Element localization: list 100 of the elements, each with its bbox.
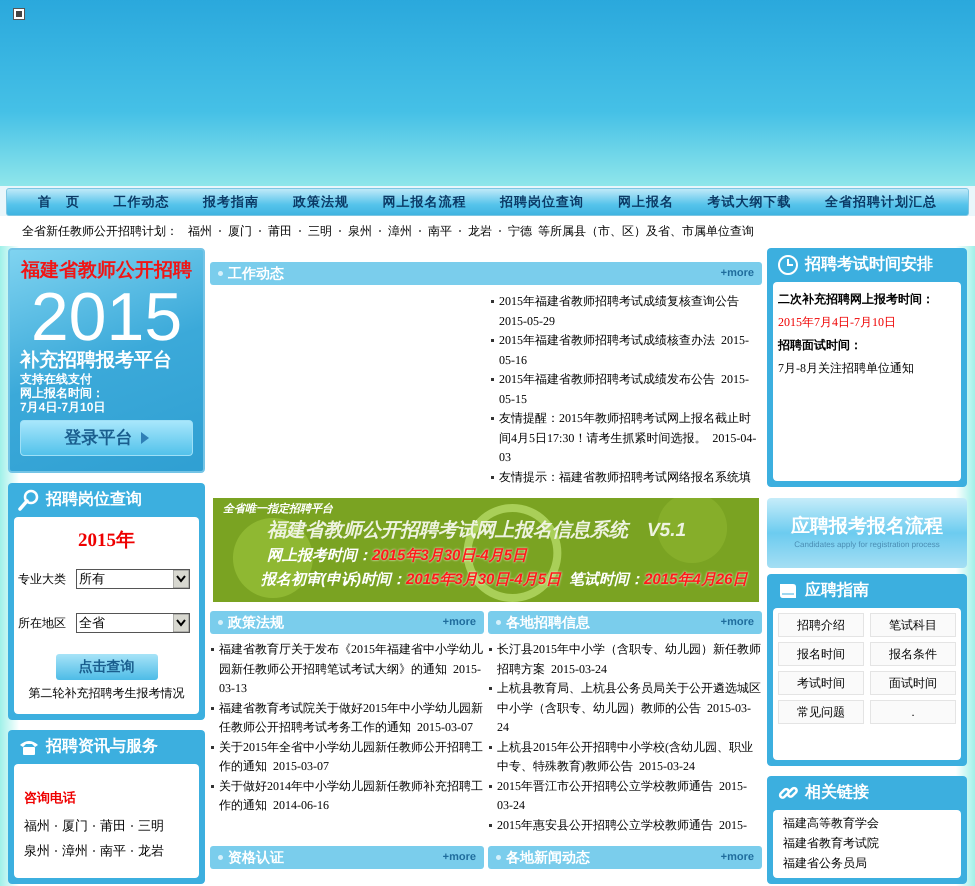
- field-label: 所在地区: [18, 614, 67, 632]
- plan-label: 全省新任教师公开招聘计划：: [22, 223, 178, 240]
- process-title: 应聘报考报名流程: [791, 515, 943, 540]
- query-button[interactable]: 点击查询: [56, 654, 158, 680]
- process-subtitle: Candidates apply for registration process: [794, 539, 940, 552]
- search-icon: [18, 489, 40, 512]
- promo-year: 2015: [30, 284, 184, 350]
- promo-note: 7月4日-7月10日: [20, 400, 106, 414]
- city-link[interactable]: 南平: [427, 222, 453, 240]
- report-link[interactable]: 第二轮补充招聘考生报考情况: [18, 684, 195, 702]
- banner-tag: 全省唯一指定招聘平台: [223, 501, 749, 518]
- city-link[interactable]: 龙岩: [467, 222, 493, 240]
- related-link[interactable]: 福建省教育考试院: [783, 832, 951, 853]
- city-link[interactable]: 宁德: [507, 222, 533, 240]
- bullet-icon: [211, 648, 214, 651]
- bullet-icon: [491, 476, 494, 478]
- banner-label: 网上报考时间：: [267, 546, 372, 566]
- nav-link[interactable]: 工作动态: [113, 192, 170, 212]
- broken-image-icon: [13, 8, 25, 20]
- nav-link[interactable]: 政策法规: [292, 192, 349, 212]
- city-link[interactable]: 龙岩: [138, 838, 164, 864]
- news-link[interactable]: 2015年福建省教师招聘考试成绩发布公告 2015-05-15: [499, 370, 758, 409]
- section-title: 资格认证: [228, 848, 284, 867]
- news-link[interactable]: 上杭县教育局、上杭县公务员局关于公开遴选城区中小学（含职专、幼儿园）教师的公告 2015-03-24: [497, 679, 761, 738]
- panel-title: 招聘资讯与服务: [46, 736, 158, 757]
- news-link[interactable]: 2015年福建省教师招聘考试成绩核查办法 2015-05-16: [499, 331, 758, 370]
- news-link[interactable]: 上杭县2015年公开招聘中小学校(含幼儿园、职业中专、特殊教育)教师公告 2015-03-24: [497, 738, 761, 776]
- nav-link[interactable]: 报考指南: [203, 192, 260, 212]
- news-link[interactable]: 2015年惠安县公开招聘公立学校教师通告 2015-: [497, 816, 747, 835]
- news-link[interactable]: 长汀县2015年中小学（含职专、幼儿园）新任教师招聘方案 2015-03-24: [497, 640, 761, 679]
- section-title: 各地新闻动态: [506, 848, 590, 867]
- bullet-icon: [211, 706, 214, 710]
- city-link[interactable]: 福州: [187, 222, 213, 240]
- login-button[interactable]: 登录平台: [20, 420, 193, 456]
- section-title: 各地招聘信息: [506, 613, 590, 632]
- promo-note: 支持在线支付: [20, 372, 93, 386]
- nav-link[interactable]: 招聘岗位查询: [500, 192, 584, 212]
- select-field[interactable]: 所有: [76, 568, 190, 589]
- guide-link[interactable]: 招聘介绍: [778, 613, 864, 638]
- city-link[interactable]: 泉州: [24, 838, 50, 864]
- section-title: 工作动态: [228, 264, 284, 283]
- bullet-icon: [211, 784, 214, 788]
- play-icon: [140, 432, 148, 444]
- city-link[interactable]: 南平: [100, 838, 126, 864]
- bullet-icon: [489, 824, 492, 826]
- bullet-icon: [496, 620, 501, 625]
- city-link[interactable]: 漳州: [62, 838, 88, 864]
- plan-suffix: 等所属县（市、区）及省、市属单位查询: [538, 223, 754, 240]
- select-field[interactable]: 全省: [76, 612, 190, 633]
- nav-link[interactable]: 首 页: [38, 192, 80, 212]
- bullet-icon: [489, 648, 492, 651]
- guide-link[interactable]: 报名条件: [870, 642, 956, 666]
- news-link[interactable]: 关于做好2014年中小学幼儿园新任教师补充招聘工作的通知 2014-06-16: [219, 776, 483, 816]
- city-link[interactable]: 三明: [138, 813, 164, 838]
- dropdown-icon: [173, 570, 189, 588]
- banner-label: 笔试时间：: [569, 570, 644, 590]
- news-link[interactable]: 关于2015年全省中小学幼儿园新任教师公开招聘工作的通知 2015-03-07: [219, 738, 483, 776]
- guide-link[interactable]: 面试时间: [870, 671, 956, 696]
- related-link[interactable]: 福建省公务员局: [783, 852, 951, 873]
- nav-link[interactable]: 全省招聘计划汇总: [825, 192, 938, 212]
- nav-link[interactable]: 网上报名: [618, 192, 674, 212]
- bullet-icon: [491, 417, 494, 420]
- schedule-line: 二次补充招聘网上报考时间：: [778, 291, 935, 308]
- city-link[interactable]: 福州: [24, 813, 50, 838]
- panel-title: 招聘考试时间安排: [805, 254, 933, 275]
- nav-link[interactable]: 网上报名流程: [382, 192, 466, 212]
- city-link[interactable]: 三明: [307, 222, 333, 240]
- bullet-icon: [218, 620, 223, 625]
- news-link[interactable]: 福建省教育考试院关于做好2015年中小学幼儿园新任教师公开招聘考试考务工作的通知 2015-03-07: [219, 698, 483, 738]
- promo-subtitle: 补充招聘报考平台: [20, 350, 173, 372]
- news-link[interactable]: 2015年晋江市公开招聘公立学校教师通告 2015-03-24: [497, 776, 761, 816]
- guide-link[interactable]: .: [870, 700, 956, 724]
- news-link[interactable]: 2015年福建省教师招聘考试成绩复核查询公告 2015-05-29: [499, 292, 758, 331]
- banner-title: 福建省教师公开招聘考试网上报名信息系统 V5.1: [267, 518, 688, 542]
- guide-link[interactable]: 报名时间: [778, 642, 864, 666]
- news-link[interactable]: 福建省教育厅关于发布《2015年福建省中小学幼儿园新任教师公开招聘笔试考试大纲》的通知 2015-03-13: [219, 640, 483, 698]
- clock-icon: [777, 254, 799, 276]
- guide-link[interactable]: 笔试科目: [870, 613, 956, 638]
- city-link[interactable]: 漳州: [387, 222, 413, 240]
- bullet-icon: [489, 784, 492, 788]
- dropdown-icon: [173, 614, 189, 632]
- city-link[interactable]: 厦门: [227, 222, 253, 240]
- bullet-icon: [491, 378, 494, 381]
- guide-link[interactable]: 常见问题: [778, 700, 864, 724]
- nav-link[interactable]: 考试大纲下载: [707, 192, 792, 212]
- city-link[interactable]: 厦门: [62, 813, 88, 838]
- city-link[interactable]: 泉州: [347, 222, 373, 240]
- bullet-icon: [218, 855, 223, 860]
- banner-date: 2015年3月30日-4月5日: [372, 546, 528, 566]
- city-link[interactable]: 莆田: [267, 222, 293, 240]
- schedule-line: 招聘面试时间：: [778, 337, 863, 354]
- news-link[interactable]: 友情提醒：2015年教师招聘考试网上报名截止时间4月5日17:30！请考生抓紧时间选报。 2015-04-03: [499, 409, 758, 468]
- bullet-icon: [218, 271, 223, 276]
- city-link[interactable]: 莆田: [100, 813, 126, 838]
- news-link[interactable]: 友情提示：福建省教师招聘考试网络报名系统填: [499, 468, 751, 487]
- guide-link[interactable]: 考试时间: [778, 671, 864, 696]
- year-heading: 2015年: [77, 529, 136, 554]
- related-link[interactable]: 福建高等教育学会: [783, 812, 951, 833]
- banner-date: 2015年3月30日-4月5日: [406, 570, 562, 590]
- promo-title: 福建省教师公开招聘: [20, 260, 193, 282]
